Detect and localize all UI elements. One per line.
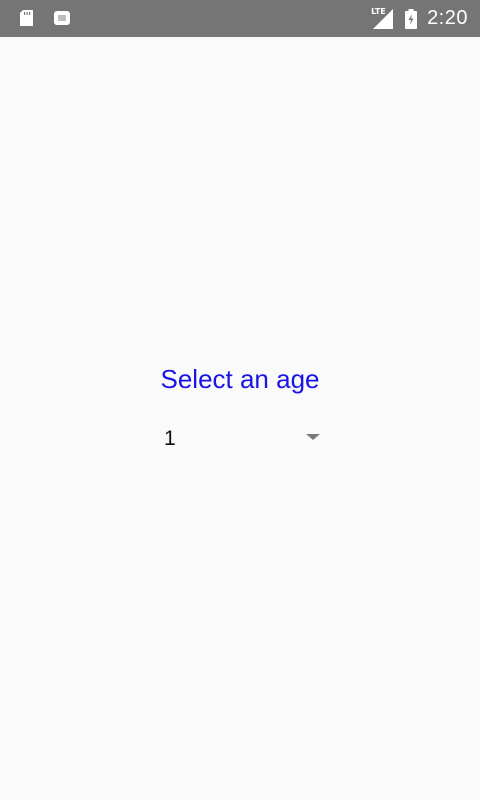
sd-card-icon (18, 9, 36, 27)
page-title: Select an age (160, 364, 320, 394)
status-icons: LTE 2:20 (371, 0, 468, 37)
dropdown-arrow-icon (306, 434, 320, 440)
app-screen: LTE 2:20 Select an age 1 (0, 0, 480, 800)
network-type-label: LTE (371, 6, 386, 16)
status-bar: LTE 2:20 (0, 0, 480, 37)
signal-icon: LTE (371, 6, 394, 29)
status-clock: 2:20 (427, 7, 468, 29)
age-spinner[interactable]: 1 (156, 420, 328, 460)
battery-charging-icon (405, 8, 418, 29)
notification-icon (53, 9, 71, 27)
spinner-selected-value: 1 (164, 427, 176, 450)
